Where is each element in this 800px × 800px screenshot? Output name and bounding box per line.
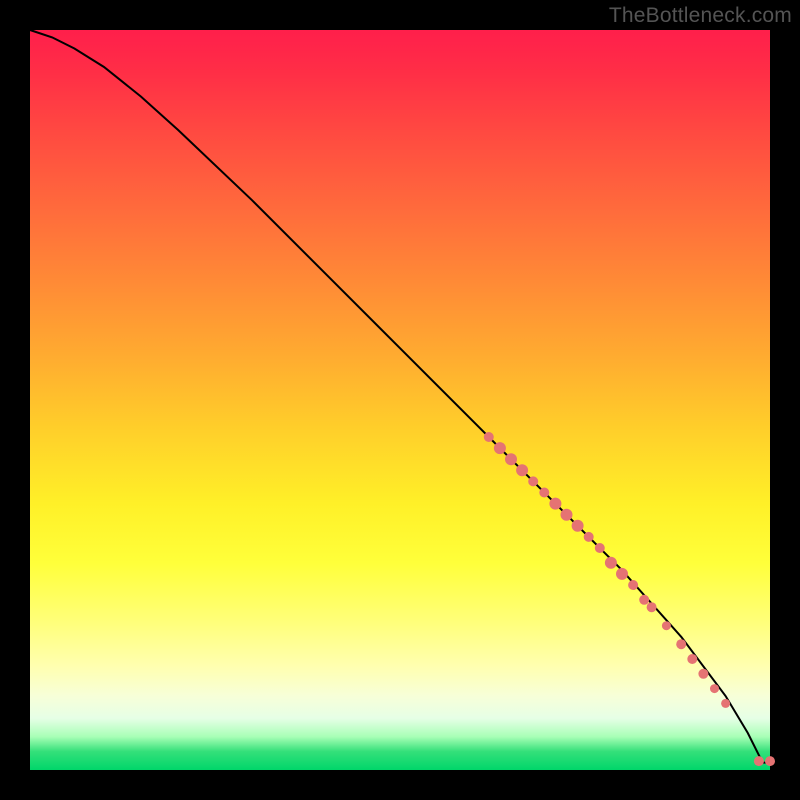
chart-overlay: [30, 30, 770, 770]
scatter-point: [505, 453, 517, 465]
scatter-point: [494, 442, 506, 454]
scatter-point: [616, 568, 628, 580]
scatter-point: [721, 699, 730, 708]
scatter-point: [561, 509, 573, 521]
scatter-point: [528, 476, 538, 486]
scatter-points: [484, 432, 775, 766]
watermark-text: TheBottleneck.com: [609, 4, 792, 28]
scatter-point: [710, 684, 719, 693]
scatter-point: [687, 654, 697, 664]
scatter-point: [662, 621, 671, 630]
chart-stage: TheBottleneck.com: [0, 0, 800, 800]
scatter-point: [628, 580, 638, 590]
scatter-point: [754, 756, 764, 766]
scatter-point: [516, 464, 528, 476]
scatter-point: [639, 595, 649, 605]
scatter-point: [765, 756, 775, 766]
scatter-point: [539, 488, 549, 498]
scatter-point: [584, 532, 594, 542]
scatter-point: [549, 498, 561, 510]
scatter-point: [605, 557, 617, 569]
scatter-point: [572, 520, 584, 532]
plot-area: [30, 30, 770, 770]
scatter-point: [484, 432, 494, 442]
curve-line: [30, 30, 770, 763]
scatter-point: [595, 543, 605, 553]
scatter-point: [647, 602, 657, 612]
scatter-point: [676, 639, 686, 649]
scatter-point: [698, 669, 708, 679]
